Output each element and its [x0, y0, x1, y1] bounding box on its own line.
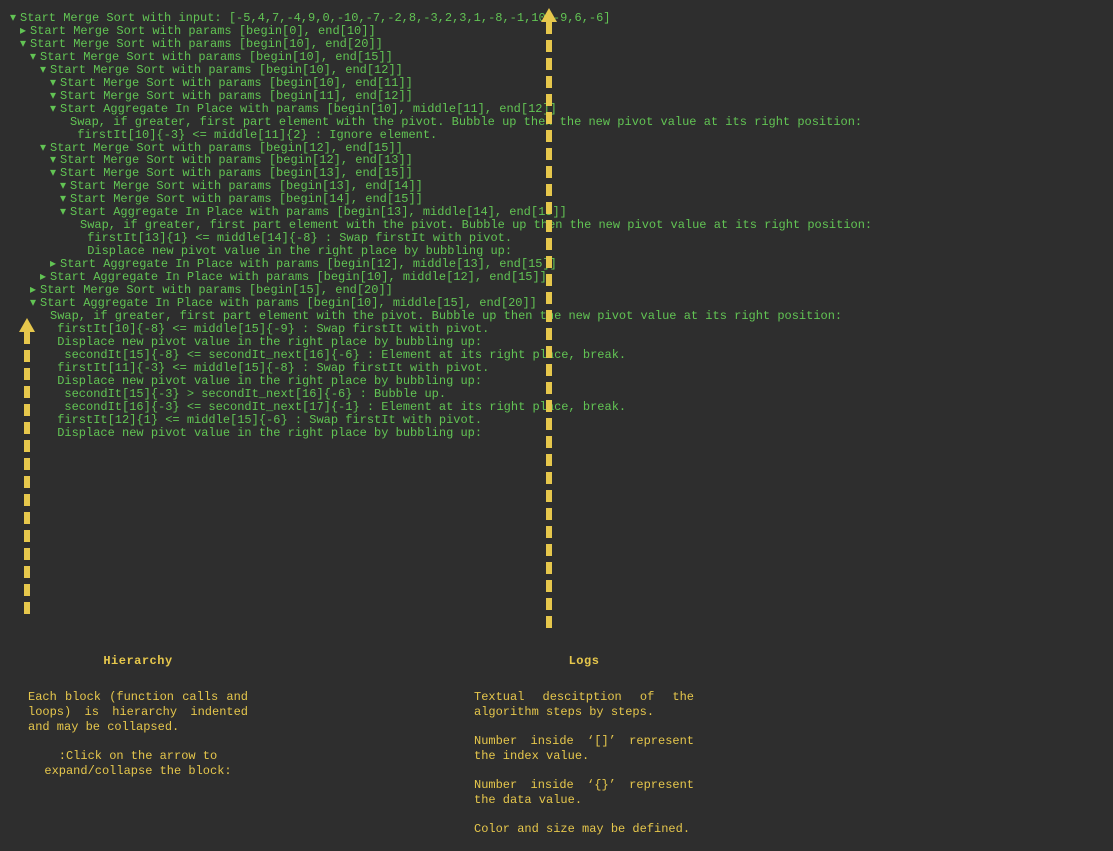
collapse-icon[interactable]: [50, 90, 60, 103]
no-toggle-icon: [40, 362, 50, 375]
log-text: Start Merge Sort with params [begin[10],…: [30, 37, 383, 51]
collapse-icon[interactable]: [50, 77, 60, 90]
log-text: Start Merge Sort with params [begin[0], …: [30, 24, 376, 38]
log-text: Swap, if greater, first part element wit…: [70, 115, 862, 129]
logs-info: Logs Textual descitption of the algorith…: [474, 654, 694, 851]
log-line: Displace new pivot value in the right pl…: [10, 427, 1103, 440]
dash-segment: [546, 454, 552, 466]
collapse-icon[interactable]: [60, 206, 70, 219]
log-text: secondIt[15]{-3} > secondIt_next[16]{-6}…: [50, 387, 446, 401]
dash-segment: [546, 526, 552, 538]
log-text: Start Aggregate In Place with params [be…: [60, 257, 557, 271]
hierarchy-hint: :Click on the arrow to expand/collapse t…: [28, 749, 248, 779]
collapse-icon[interactable]: [10, 12, 20, 25]
log-text: secondIt[16]{-3} <= secondIt_next[17]{-1…: [50, 400, 626, 414]
dash-segment: [24, 566, 30, 578]
dash-segment: [546, 490, 552, 502]
log-text: Start Merge Sort with params [begin[12],…: [60, 153, 413, 167]
log-text: firstIt[13]{1} <= middle[14]{-8} : Swap …: [80, 231, 512, 245]
collapse-icon[interactable]: [50, 167, 60, 180]
no-toggle-icon: [40, 336, 50, 349]
no-toggle-icon: [60, 116, 70, 129]
log-text: Displace new pivot value in the right pl…: [50, 374, 482, 388]
dash-segment: [546, 472, 552, 484]
dash-segment: [546, 544, 552, 556]
log-text: firstIt[11]{-3} <= middle[15]{-8} : Swap…: [50, 361, 489, 375]
dash-segment: [546, 598, 552, 610]
log-text: Start Merge Sort with params [begin[15],…: [40, 283, 393, 297]
dash-segment: [24, 494, 30, 506]
collapse-icon[interactable]: [30, 51, 40, 64]
log-text: firstIt[10]{-8} <= middle[15]{-9} : Swap…: [50, 322, 489, 336]
logs-desc-3: Number inside ‘{}’ represent the data va…: [474, 778, 694, 808]
no-toggle-icon: [40, 388, 50, 401]
log-text: Start Merge Sort with params [begin[11],…: [60, 89, 413, 103]
hierarchy-description: Each block (function calls and loops) is…: [28, 690, 248, 735]
log-text: Start Merge Sort with params [begin[10],…: [50, 63, 403, 77]
dash-segment: [546, 580, 552, 592]
log-text: firstIt[12]{1} <= middle[15]{-6} : Swap …: [50, 413, 482, 427]
log-text: Start Merge Sort with params [begin[10],…: [40, 50, 393, 64]
no-toggle-icon: [40, 375, 50, 388]
dash-segment: [24, 476, 30, 488]
dash-segment: [24, 458, 30, 470]
no-toggle-icon: [40, 414, 50, 427]
dash-segment: [546, 562, 552, 574]
log-text: Start Merge Sort with params [begin[13],…: [70, 179, 423, 193]
dash-segment: [24, 602, 30, 614]
no-toggle-icon: [40, 401, 50, 414]
log-text: Start Merge Sort with params [begin[13],…: [60, 166, 413, 180]
dash-segment: [24, 512, 30, 524]
log-text: Start Aggregate In Place with params [be…: [60, 102, 557, 116]
log-text: Displace new pivot value in the right pl…: [50, 426, 482, 440]
log-text: Displace new pivot value in the right pl…: [50, 335, 482, 349]
collapse-icon[interactable]: [50, 103, 60, 116]
collapse-icon[interactable]: [40, 64, 50, 77]
log-text: firstIt[10]{-3} <= middle[11]{2} : Ignor…: [70, 128, 437, 142]
log-text: Displace new pivot value in the right pl…: [80, 244, 512, 258]
no-toggle-icon: [40, 349, 50, 362]
logs-title: Logs: [474, 654, 694, 668]
no-toggle-icon: [40, 323, 50, 336]
logs-desc-4: Color and size may be defined.: [474, 822, 694, 837]
log-text: Start Aggregate In Place with params [be…: [70, 205, 567, 219]
dash-segment: [546, 616, 552, 628]
log-text: Start Merge Sort with params [begin[14],…: [70, 192, 423, 206]
log-text: Swap, if greater, first part element wit…: [80, 218, 872, 232]
log-tree: Start Merge Sort with input: [-5,4,7,-4,…: [0, 0, 1113, 451]
log-text: Start Merge Sort with params [begin[12],…: [50, 141, 403, 155]
collapse-icon[interactable]: [20, 38, 30, 51]
expand-icon[interactable]: [20, 25, 30, 38]
log-text: Start Aggregate In Place with params [be…: [40, 296, 537, 310]
log-text: Start Merge Sort with params [begin[10],…: [60, 76, 413, 90]
log-text: secondIt[15]{-8} <= secondIt_next[16]{-6…: [50, 348, 626, 362]
dash-segment: [24, 548, 30, 560]
log-text: Start Aggregate In Place with params [be…: [50, 270, 547, 284]
no-toggle-icon: [40, 310, 50, 323]
no-toggle-icon: [40, 427, 50, 440]
logs-desc-1: Textual descitption of the algorithm ste…: [474, 690, 694, 720]
collapse-icon[interactable]: [30, 297, 40, 310]
hierarchy-title: Hierarchy: [28, 654, 248, 668]
dash-segment: [24, 530, 30, 542]
dash-segment: [24, 584, 30, 596]
collapse-icon[interactable]: [40, 142, 50, 155]
hierarchy-info: Hierarchy Each block (function calls and…: [28, 654, 248, 779]
log-text: Start Merge Sort with input: [-5,4,7,-4,…: [20, 11, 611, 25]
log-text: Swap, if greater, first part element wit…: [50, 309, 842, 323]
logs-desc-2: Number inside ‘[]’ represent the index v…: [474, 734, 694, 764]
dash-segment: [546, 508, 552, 520]
